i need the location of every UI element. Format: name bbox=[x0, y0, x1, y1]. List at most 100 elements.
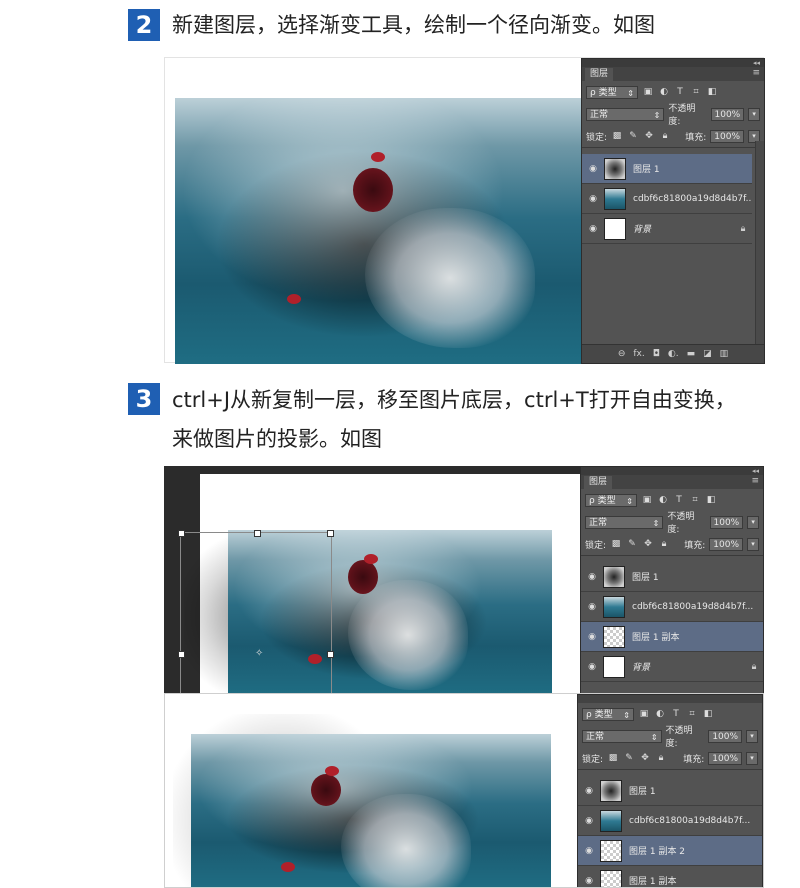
layer-name: 背景 bbox=[633, 225, 652, 235]
lock-paint-icon[interactable]: ✎ bbox=[623, 752, 635, 764]
lock-paint-icon[interactable]: ✎ bbox=[626, 538, 638, 550]
layers-list: ◉ 图层 1 ◉ cdbf6c81800a19d8d4b7f... ◉ 图层 1… bbox=[578, 770, 762, 887]
canvas-image-gradient[interactable] bbox=[175, 98, 595, 364]
layer-row[interactable]: ◉ 图层 1 副本 bbox=[581, 622, 763, 652]
lock-all-icon[interactable]: 🔒︎ bbox=[655, 752, 667, 764]
collapse-icon[interactable]: ◂◂ bbox=[753, 59, 760, 67]
visibility-eye-icon[interactable]: ◉ bbox=[581, 572, 603, 582]
adjustment-layer-icon[interactable]: ◐. bbox=[668, 349, 679, 359]
visibility-eye-icon[interactable]: ◉ bbox=[582, 224, 604, 234]
filter-type-select[interactable]: ρ 类型 ⇕ bbox=[586, 85, 638, 99]
opacity-dropdown-icon[interactable]: ▾ bbox=[747, 515, 759, 529]
layer-style-icon[interactable]: fx. bbox=[633, 349, 644, 359]
layers-scrollbar[interactable] bbox=[755, 141, 764, 345]
canvas-image[interactable] bbox=[191, 734, 551, 887]
layer-row[interactable]: ◉ 背景 🔒︎ bbox=[582, 214, 752, 244]
filter-smart-icon[interactable]: ◧ bbox=[706, 86, 718, 98]
dropdown-arrow-icon: ⇕ bbox=[623, 710, 630, 720]
layer-row[interactable]: ◉ 图层 1 bbox=[582, 154, 752, 184]
delete-layer-icon[interactable]: ▥ bbox=[720, 349, 729, 359]
fill-input[interactable]: 100% bbox=[710, 129, 744, 143]
opacity-input[interactable]: 100% bbox=[709, 515, 744, 529]
transform-handle[interactable] bbox=[178, 530, 185, 537]
lock-paint-icon[interactable]: ✎ bbox=[627, 130, 639, 142]
transform-handle[interactable] bbox=[178, 651, 185, 658]
filter-adjustment-icon[interactable]: ◐ bbox=[654, 708, 666, 720]
lock-move-icon[interactable]: ✥ bbox=[642, 538, 654, 550]
dropdown-arrow-icon: ⇕ bbox=[652, 518, 660, 528]
visibility-eye-icon[interactable]: ◉ bbox=[582, 164, 604, 174]
fill-input[interactable]: 100% bbox=[708, 751, 742, 765]
visibility-eye-icon[interactable]: ◉ bbox=[581, 662, 603, 672]
step-3-number: 3 bbox=[128, 383, 160, 415]
transform-handle[interactable] bbox=[254, 530, 261, 537]
visibility-eye-icon[interactable]: ◉ bbox=[582, 194, 604, 204]
lock-transparent-icon[interactable]: ▩ bbox=[607, 752, 619, 764]
tab-layers[interactable]: 图层 bbox=[585, 68, 614, 81]
layer-row[interactable]: ◉ cdbf6c81800a19d8d4b7f... bbox=[578, 806, 762, 836]
opacity-dropdown-icon[interactable]: ▾ bbox=[746, 729, 758, 743]
filter-shape-icon[interactable]: ⌗ bbox=[690, 86, 702, 98]
opacity-dropdown-icon[interactable]: ▾ bbox=[748, 107, 760, 121]
blend-mode-select[interactable]: 正常 ⇕ bbox=[585, 515, 664, 529]
visibility-eye-icon[interactable]: ◉ bbox=[581, 632, 603, 642]
fill-dropdown-icon[interactable]: ▾ bbox=[747, 537, 759, 551]
filter-pixel-icon[interactable]: ▣ bbox=[641, 494, 653, 506]
layer-row[interactable]: ◉ 背景 🔒︎ bbox=[581, 652, 763, 682]
blend-mode-select[interactable]: 正常 ⇕ bbox=[586, 107, 665, 121]
panel-menu-icon[interactable]: ≡ bbox=[751, 476, 759, 486]
layer-row[interactable]: ◉ 图层 1 副本 bbox=[578, 866, 762, 887]
filter-smart-icon[interactable]: ◧ bbox=[705, 494, 717, 506]
filter-type-icon[interactable]: T bbox=[673, 494, 685, 506]
filter-smart-icon[interactable]: ◧ bbox=[702, 708, 714, 720]
lock-all-icon[interactable]: 🔒︎ bbox=[659, 130, 671, 142]
filter-pixel-icon[interactable]: ▣ bbox=[642, 86, 654, 98]
fill-input[interactable]: 100% bbox=[709, 537, 743, 551]
transform-center-icon[interactable]: ✧ bbox=[255, 648, 263, 659]
new-layer-icon[interactable]: ◪ bbox=[703, 349, 712, 359]
visibility-eye-icon[interactable]: ◉ bbox=[578, 876, 600, 886]
filter-shape-icon[interactable]: ⌗ bbox=[689, 494, 701, 506]
lock-row: 锁定: ▩ ✎ ✥ 🔒︎ 填充: 100% ▾ bbox=[581, 533, 763, 555]
transform-handle[interactable] bbox=[327, 651, 334, 658]
step-3-screenshot-result: ρ 类型 ⇕ ▣ ◐ T ⌗ ◧ 正常 ⇕ 不透明度: 100% ▾ 锁定: ▩ ✎… bbox=[164, 693, 764, 888]
transform-handle[interactable] bbox=[327, 530, 334, 537]
opacity-input[interactable]: 100% bbox=[708, 729, 743, 743]
visibility-eye-icon[interactable]: ◉ bbox=[578, 816, 600, 826]
filter-type-icon[interactable]: T bbox=[670, 708, 682, 720]
lock-move-icon[interactable]: ✥ bbox=[639, 752, 651, 764]
layer-row[interactable]: ◉ 图层 1 bbox=[578, 776, 762, 806]
fill-label: 填充: bbox=[685, 132, 707, 143]
panel-menu-icon[interactable]: ≡ bbox=[752, 68, 760, 78]
lock-transparent-icon[interactable]: ▩ bbox=[610, 538, 622, 550]
layer-row[interactable]: ◉ 图层 1 副本 2 bbox=[578, 836, 762, 866]
new-group-icon[interactable]: ▬ bbox=[687, 349, 696, 359]
layer-row[interactable]: ◉ cdbf6c81800a19d8d4b7f... bbox=[581, 592, 763, 622]
layer-row[interactable]: ◉ 图层 1 bbox=[581, 562, 763, 592]
blend-mode-select[interactable]: 正常 ⇕ bbox=[582, 729, 662, 743]
link-layers-icon[interactable]: ⊖ bbox=[618, 349, 626, 359]
visibility-eye-icon[interactable]: ◉ bbox=[578, 846, 600, 856]
filter-adjustment-icon[interactable]: ◐ bbox=[657, 494, 669, 506]
filter-shape-icon[interactable]: ⌗ bbox=[686, 708, 698, 720]
filter-pixel-icon[interactable]: ▣ bbox=[638, 708, 650, 720]
lock-all-icon[interactable]: 🔒︎ bbox=[658, 538, 670, 550]
lock-move-icon[interactable]: ✥ bbox=[643, 130, 655, 142]
filter-type-icon[interactable]: T bbox=[674, 86, 686, 98]
free-transform-box[interactable]: ✧ bbox=[178, 530, 334, 696]
lock-transparent-icon[interactable]: ▩ bbox=[611, 130, 623, 142]
collapse-icon[interactable]: ◂◂ bbox=[752, 467, 759, 475]
visibility-eye-icon[interactable]: ◉ bbox=[578, 786, 600, 796]
layer-name: 背景 bbox=[632, 663, 651, 673]
visibility-eye-icon[interactable]: ◉ bbox=[581, 602, 603, 612]
dancer-head bbox=[353, 168, 393, 212]
fill-dropdown-icon[interactable]: ▾ bbox=[746, 751, 758, 765]
step-2-number: 2 bbox=[128, 9, 160, 41]
tab-layers[interactable]: 图层 bbox=[584, 476, 613, 489]
filter-type-select[interactable]: ρ 类型 ⇕ bbox=[582, 707, 634, 721]
opacity-input[interactable]: 100% bbox=[710, 107, 745, 121]
filter-adjustment-icon[interactable]: ◐ bbox=[658, 86, 670, 98]
filter-type-select[interactable]: ρ 类型 ⇕ bbox=[585, 493, 637, 507]
layer-row[interactable]: ◉ cdbf6c81800a19d8d4b7f... bbox=[582, 184, 752, 214]
add-mask-icon[interactable]: ◘ bbox=[653, 349, 660, 359]
